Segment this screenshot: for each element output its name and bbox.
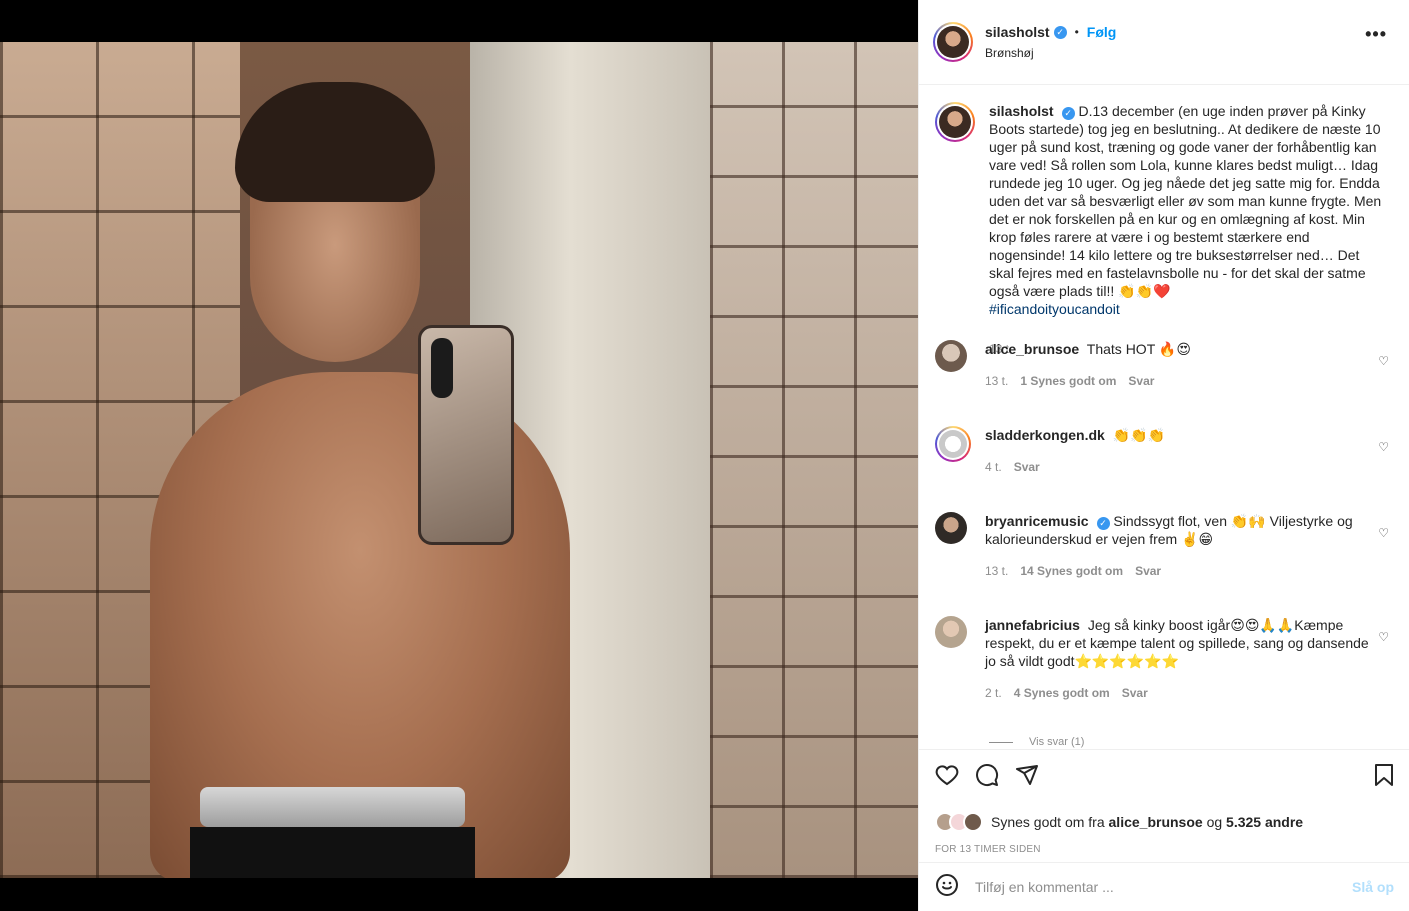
comment-bubble-icon[interactable] <box>975 763 999 792</box>
comment-text: Thats HOT 🔥😍 <box>1086 341 1191 357</box>
underwear-band <box>200 787 465 827</box>
comment-time[interactable]: 13 t. <box>985 562 1008 580</box>
person-hair <box>235 82 435 202</box>
comments-list[interactable]: silasholst ✓ D.13 december (en uge inden … <box>919 86 1409 748</box>
caption-hashtag[interactable]: #ificandoityoucandoit <box>989 300 1385 318</box>
reply-button[interactable]: Svar <box>1128 372 1154 390</box>
post-side-panel: silasholst ✓ • Følg Brønshøj ••• silasho… <box>918 0 1409 911</box>
post-timestamp[interactable]: For 13 timer siden <box>935 844 1394 855</box>
reply-button[interactable]: Svar <box>1135 562 1161 580</box>
comment-likes[interactable]: 1 Synes godt om <box>1020 372 1116 390</box>
comment-item: bryanricemusic ✓ Sindssygt flot, ven 👏🙌 V… <box>935 512 1395 580</box>
view-replies-button[interactable]: Vis svar (1) <box>989 736 1084 748</box>
verified-badge-icon: ✓ <box>1061 107 1075 120</box>
comment-time[interactable]: 4 t. <box>985 458 1002 476</box>
commenter-avatar[interactable] <box>935 616 967 648</box>
post-location[interactable]: Brønshøj <box>985 46 1116 60</box>
like-comment-heart-icon[interactable]: ♡ <box>1378 440 1389 454</box>
post-comment-button[interactable]: Slå op <box>1352 879 1394 895</box>
comment-time[interactable]: 13 t. <box>985 372 1008 390</box>
like-comment-heart-icon[interactable]: ♡ <box>1378 630 1389 644</box>
author-avatar[interactable] <box>933 22 973 62</box>
caption-text: D.13 december (en uge inden prøver på Ki… <box>989 103 1382 299</box>
share-send-icon[interactable] <box>1015 763 1039 792</box>
reply-button[interactable]: Svar <box>1122 684 1148 702</box>
reply-button[interactable]: Svar <box>1014 458 1040 476</box>
phone-camera <box>431 338 453 398</box>
author-username[interactable]: silasholst <box>985 24 1050 40</box>
comment-item: alice_brunsoe Thats HOT 🔥😍 13 t. 1 Synes… <box>935 340 1395 390</box>
commenter-avatar[interactable] <box>935 512 967 544</box>
add-comment-bar: Tilføj en kommentar ... Slå op <box>919 862 1409 911</box>
verified-badge-icon: ✓ <box>1053 25 1067 39</box>
like-comment-heart-icon[interactable]: ♡ <box>1378 354 1389 368</box>
comment-username[interactable]: sladderkongen.dk <box>985 427 1105 443</box>
caption-avatar[interactable] <box>935 102 975 142</box>
post-photo[interactable] <box>0 42 918 878</box>
bookmark-icon[interactable] <box>1374 763 1394 792</box>
like-comment-heart-icon[interactable]: ♡ <box>1378 526 1389 540</box>
likes-prefix: Synes godt om fra <box>991 814 1105 830</box>
comment-username[interactable]: bryanricemusic <box>985 513 1089 529</box>
like-heart-icon[interactable] <box>935 763 959 792</box>
pants <box>190 827 475 878</box>
comment-likes[interactable]: 14 Synes godt om <box>1020 562 1123 580</box>
smartphone <box>418 325 514 545</box>
commenter-avatar[interactable] <box>935 340 967 372</box>
post-actions: Synes godt om fra alice_brunsoe og 5.325… <box>919 749 1409 861</box>
comment-username[interactable]: jannefabricius <box>985 617 1080 633</box>
commenter-avatar[interactable] <box>935 426 971 462</box>
emoji-smiley-icon[interactable] <box>935 873 959 902</box>
follow-button[interactable]: Følg <box>1087 24 1117 40</box>
caption-username[interactable]: silasholst <box>989 103 1054 119</box>
likes-others[interactable]: 5.325 andre <box>1226 814 1303 830</box>
comment-item: sladderkongen.dk 👏👏👏 4 t. Svar ♡ <box>935 426 1395 476</box>
comment-likes[interactable]: 4 Synes godt om <box>1014 684 1110 702</box>
separator-dot: • <box>1074 25 1079 39</box>
verified-badge-icon: ✓ <box>1096 517 1110 530</box>
comment-input[interactable]: Tilføj en kommentar ... <box>975 879 1352 895</box>
more-options-icon[interactable]: ••• <box>1365 24 1387 45</box>
liker-avatar <box>963 812 983 832</box>
tile-wall-right <box>710 42 918 878</box>
comment-username[interactable]: alice_brunsoe <box>985 341 1079 357</box>
post-header: silasholst ✓ • Følg Brønshøj ••• <box>919 0 1409 85</box>
post-caption: silasholst ✓ D.13 december (en uge inden … <box>935 102 1395 358</box>
comment-time[interactable]: 2 t. <box>985 684 1002 702</box>
comment-item: jannefabricius Jeg så kinky boost igår😍😍… <box>935 616 1395 702</box>
likes-user[interactable]: alice_brunsoe <box>1109 814 1203 830</box>
comment-text: 👏👏👏 <box>1112 427 1165 443</box>
likes-conj: og <box>1206 814 1223 830</box>
likes-summary[interactable]: Synes godt om fra alice_brunsoe og 5.325… <box>935 812 1394 832</box>
post-media[interactable] <box>0 0 918 911</box>
instagram-post-modal: silasholst ✓ • Følg Brønshøj ••• silasho… <box>0 0 1409 911</box>
